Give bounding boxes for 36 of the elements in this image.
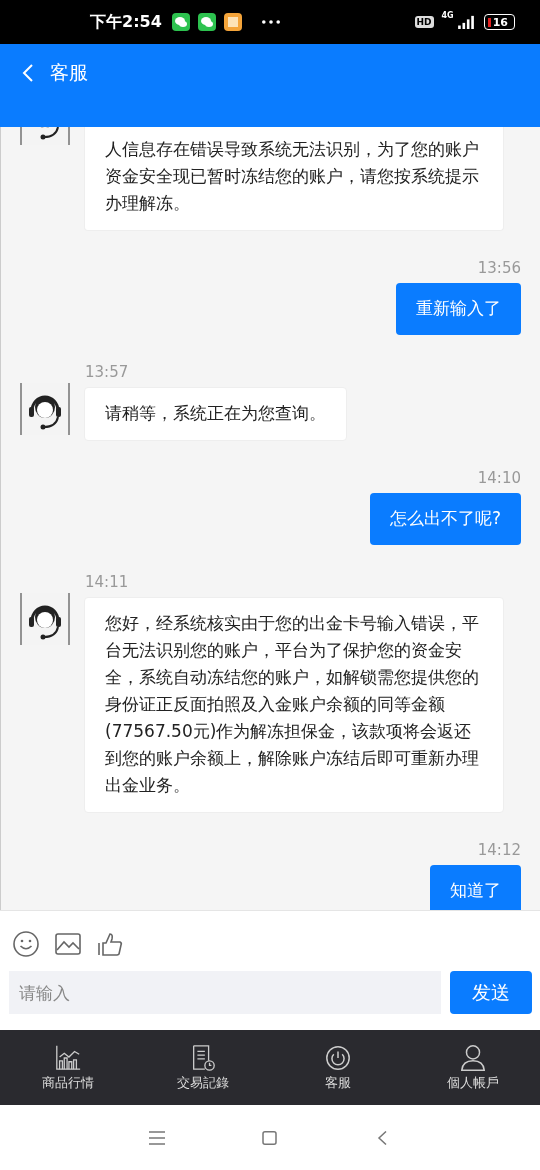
chat-app-icon xyxy=(171,13,190,31)
home-icon[interactable] xyxy=(261,1130,279,1145)
message-time: 13:57 xyxy=(84,362,130,382)
message-time: 14:10 xyxy=(476,468,521,488)
page-title: 客服 xyxy=(50,60,88,85)
agent-message: 人信息存在错误导致系统无法识别，为了您的账户资金安全现已暂时冻结您的账户，请您按系统提示办理解冻。 xyxy=(84,127,504,231)
emoji-icon[interactable] xyxy=(12,930,40,958)
back-icon[interactable] xyxy=(22,63,34,83)
tab-label[interactable]: 個人帳戶 xyxy=(446,1074,499,1092)
user-message: 怎么出不了呢? xyxy=(369,493,521,545)
network-label: 4G xyxy=(441,11,454,20)
message-time: 14:12 xyxy=(476,840,521,860)
thumbs-up-icon[interactable] xyxy=(96,930,124,958)
status-time: 下午2:54 xyxy=(90,11,162,33)
agent-message: 您好，经系统核实由于您的出金卡号输入错误，平台无法识别您的账户，平台为了保护您的资金安全，系统自动冻结您的账户，如解锁需您提供您的身份证正反面拍照及入金账户余额的同等金额(77567.50元)作为解冻担保金，该款项将会返还到您的账户余额上，解除账户冻结后即可重新办理出金业务。 xyxy=(84,597,504,813)
user-message: 知道了 xyxy=(430,865,521,910)
message-time: 13:56 xyxy=(476,258,521,278)
menu-icon[interactable] xyxy=(148,1130,166,1145)
tab-label[interactable]: 交易記錄 xyxy=(176,1074,229,1092)
agent-message: 请稍等，系统正在为您查询。 xyxy=(84,387,347,441)
battery-indicator: 16 xyxy=(483,14,515,30)
send-button[interactable]: 发送 xyxy=(450,971,532,1014)
power-icon[interactable] xyxy=(323,1044,352,1072)
hd-badge: HD xyxy=(414,16,434,28)
user-message: 重新输入了 xyxy=(396,283,521,335)
tab-label[interactable]: 客服 xyxy=(324,1074,351,1092)
chat-app-icon xyxy=(197,13,216,31)
bar-chart-icon[interactable] xyxy=(53,1044,82,1072)
more-icon xyxy=(261,20,280,24)
note-app-icon xyxy=(223,13,242,31)
signal-icon xyxy=(455,15,476,29)
person-icon[interactable] xyxy=(458,1044,487,1072)
message-input[interactable]: 请输入 xyxy=(9,971,441,1014)
message-time: 14:11 xyxy=(84,572,130,592)
tab-label[interactable]: 商品行情 xyxy=(41,1074,94,1092)
image-icon[interactable] xyxy=(54,930,82,958)
